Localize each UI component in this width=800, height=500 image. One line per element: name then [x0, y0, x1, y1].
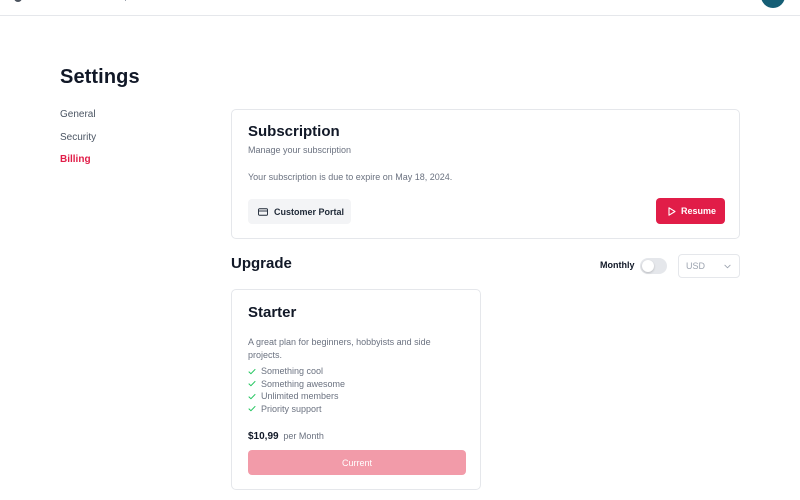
currency-value: USD — [686, 261, 706, 271]
sidebar-item-billing[interactable]: Billing — [60, 152, 180, 175]
subscription-description: Manage your subscription — [248, 145, 352, 155]
upgrade-title: Upgrade — [231, 255, 292, 272]
billing-period-toggle[interactable] — [640, 258, 667, 274]
page-title: Settings — [60, 66, 140, 88]
settings-sidebar: General Security Billing — [60, 107, 180, 175]
logo-icon[interactable] — [14, 0, 22, 2]
plan-features: Something cool Something awesome Unlimit… — [248, 365, 345, 415]
play-icon — [668, 206, 676, 216]
plan-price-amount: $10,99 — [248, 431, 279, 442]
plan-feature-label: Unlimited members — [261, 391, 339, 402]
subscription-expiry-text: Your subscription is due to expire on Ma… — [248, 172, 453, 182]
customer-portal-button[interactable]: Customer Portal — [248, 199, 351, 224]
check-icon — [248, 393, 256, 400]
check-icon — [248, 381, 256, 387]
plan-card-starter: Starter A great plan for beginners, hobb… — [231, 289, 481, 490]
plan-description: A great plan for beginners, hobbyists an… — [248, 337, 431, 360]
currency-select[interactable]: USD — [678, 254, 740, 278]
check-icon — [248, 406, 256, 412]
plan-feature: Priority support — [248, 403, 345, 416]
check-icon — [248, 368, 256, 375]
sidebar-item-general[interactable]: General — [60, 107, 180, 130]
plan-price-period: per Month — [283, 431, 324, 441]
credit-card-icon — [258, 207, 268, 216]
plan-feature: Unlimited members — [248, 390, 345, 403]
plan-feature: Something awesome — [248, 378, 345, 391]
plan-feature: Something cool — [248, 365, 345, 378]
top-bar — [0, 0, 800, 16]
avatar[interactable] — [761, 0, 785, 8]
plan-feature-label: Something cool — [261, 366, 324, 377]
plan-price: $10,99 per Month — [248, 431, 324, 442]
toggle-knob — [642, 260, 654, 272]
resume-label: Resume — [681, 206, 717, 216]
current-plan-button[interactable]: Current — [248, 450, 466, 475]
breadcrumb-separator-icon — [122, 0, 126, 1]
plan-feature-label: Something awesome — [261, 378, 346, 389]
billing-period-label: Monthly — [600, 260, 635, 270]
chevron-down-icon — [724, 264, 731, 269]
subscription-card: Subscription Manage your subscription Yo… — [231, 109, 740, 239]
sidebar-item-security[interactable]: Security — [60, 130, 180, 153]
resume-button[interactable]: Resume — [656, 198, 725, 224]
subscription-title: Subscription — [248, 123, 340, 140]
plan-feature-label: Priority support — [261, 403, 322, 414]
customer-portal-label: Customer Portal — [274, 206, 345, 217]
plan-title: Starter — [248, 304, 297, 321]
